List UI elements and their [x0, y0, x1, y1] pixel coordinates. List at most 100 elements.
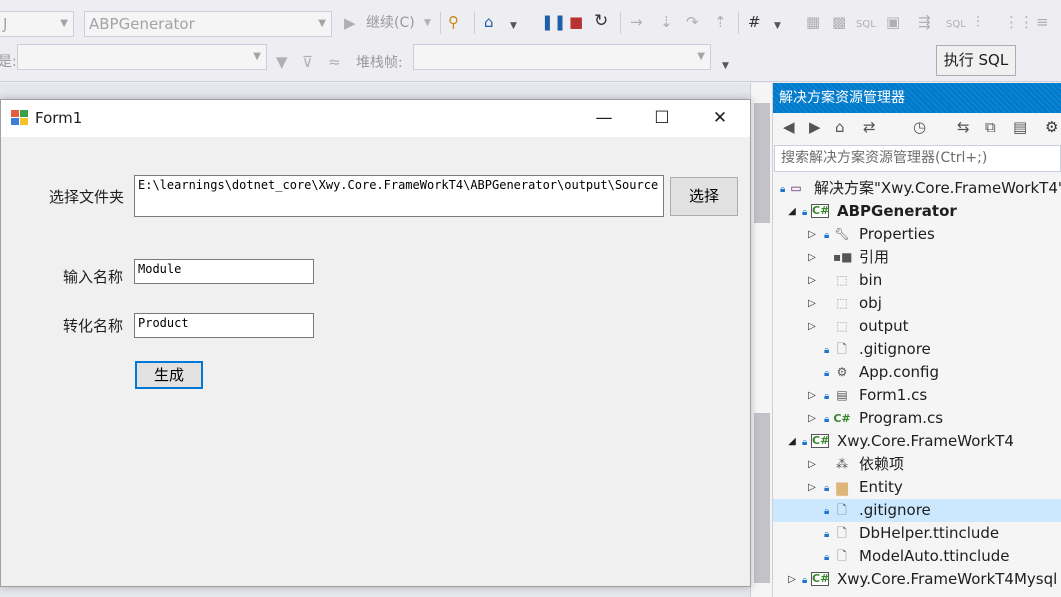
folder-icon: ▆	[836, 478, 848, 496]
sql-icon-2[interactable]: SQL	[946, 15, 966, 35]
tree-item-selected[interactable]: 🔒︎ 🗋︎ .gitignore	[773, 499, 1061, 522]
back-icon[interactable]: ◀	[783, 117, 795, 137]
tree-item[interactable]: 🔒︎ 🗋︎ .gitignore	[773, 338, 1061, 361]
collapsed-icon: ▷	[808, 229, 816, 240]
find-icon[interactable]: ⚲	[448, 12, 459, 32]
separator	[620, 12, 621, 34]
config-combo[interactable]: J ▼	[0, 11, 74, 37]
tree-item-project[interactable]: ◢ 🔒︎ C# Xwy.Core.FrameWorkT4	[773, 430, 1061, 453]
show-all-files-icon[interactable]: ▤	[1013, 117, 1027, 137]
switch-views-icon[interactable]: ⇄	[863, 117, 876, 137]
input-name-field[interactable]: Module	[134, 259, 314, 284]
window-title: Form1	[35, 109, 83, 127]
tree-item[interactable]: 🔒︎ 🗋︎ DbHelper.ttinclude	[773, 522, 1061, 545]
process-label: 是:	[0, 54, 17, 70]
scrollbar-thumb[interactable]	[754, 413, 770, 583]
close-button[interactable]: ✕	[691, 100, 749, 137]
file-icon: 🗋︎	[837, 526, 847, 540]
stop-icon[interactable]: ■	[569, 12, 583, 32]
minimize-button[interactable]: —	[575, 100, 633, 137]
tree-item[interactable]: ▷ ⬚ output	[773, 315, 1061, 338]
tree-item-project[interactable]: ▷ 🔒︎ C# Xwy.Core.FrameWorkT4Mysql	[773, 568, 1061, 591]
collapse-all-icon[interactable]: ⧉	[985, 117, 996, 137]
expanded-icon: ◢	[788, 206, 796, 217]
restart-icon[interactable]: ↻	[594, 11, 608, 31]
scrollbar-thumb[interactable]	[754, 103, 770, 223]
thread-icon[interactable]: ≈	[328, 52, 341, 72]
step-over-icon[interactable]: ↷	[686, 12, 699, 32]
tree-item[interactable]: ▷ 🔒︎ 🔧︎ Properties	[773, 223, 1061, 246]
folder-dotted-icon: ⬚	[836, 319, 848, 333]
tree-item[interactable]: ▷ 🔒︎ C# Program.cs	[773, 407, 1061, 430]
lock-icon: 🔒︎	[824, 414, 830, 425]
process-combo[interactable]: ▼	[17, 44, 267, 70]
startup-project-combo[interactable]: ABPGenerator ▼	[84, 11, 332, 37]
tree-item[interactable]: 🔒︎ 🗋︎ ModelAuto.ttinclude	[773, 545, 1061, 568]
chevron-down-icon[interactable]: ▼	[510, 16, 517, 36]
maximize-button[interactable]: ☐	[633, 100, 691, 137]
solution-explorer-search[interactable]: 搜索解决方案资源管理器(Ctrl+;)	[774, 145, 1061, 172]
continue-icon[interactable]: ▶	[344, 13, 356, 33]
tree-item[interactable]: ▷ 🔒︎ ▆ Entity	[773, 476, 1061, 499]
execute-sql-button[interactable]: 执行 SQL	[936, 45, 1016, 76]
lock-icon: 🔒︎	[824, 483, 830, 494]
tree-item[interactable]: ▷ ⬚ obj	[773, 292, 1061, 315]
convert-name-field[interactable]: Product	[134, 313, 314, 338]
sync-icon[interactable]: ⇆	[957, 117, 970, 137]
list-icon[interactable]: ≡	[1036, 12, 1049, 32]
chevron-down-icon: ▼	[697, 51, 705, 62]
forward-icon[interactable]: ▶	[809, 117, 821, 137]
lock-icon: 🔒︎	[824, 552, 830, 563]
home-icon[interactable]: ⌂	[835, 117, 845, 137]
select-folder-button[interactable]: 选择	[670, 177, 738, 216]
solution-explorer-title[interactable]: 解决方案资源管理器	[773, 83, 1061, 113]
lock-icon: 🔒︎	[802, 207, 808, 218]
tree-item[interactable]: ▷ ⬚ bin	[773, 269, 1061, 292]
references-icon: ▪■	[833, 250, 853, 264]
history-icon[interactable]: ◷	[913, 117, 926, 137]
step-out-icon[interactable]: ⇡	[714, 12, 727, 32]
chevron-down-icon[interactable]: ▼	[722, 56, 729, 76]
tree-item[interactable]: 🔒︎ ⚙ App.config	[773, 361, 1061, 384]
stack-frame-combo[interactable]: ▼	[413, 44, 711, 70]
tree-item[interactable]: ▷ 🔒︎ ▤ Form1.cs	[773, 384, 1061, 407]
folder-label: 选择文件夹	[49, 188, 125, 206]
folder-path-input[interactable]: E:\learnings\dotnet_core\Xwy.Core.FrameW…	[134, 175, 664, 217]
properties-icon[interactable]: ⚙	[1045, 117, 1058, 137]
chevron-down-icon[interactable]: ▼	[424, 13, 431, 33]
tree-item[interactable]: ▷ ▪■ 引用	[773, 246, 1061, 269]
step-next-icon[interactable]: →	[630, 12, 643, 32]
columns-icon[interactable]: ⫶	[976, 12, 980, 32]
sql-icon[interactable]: SQL	[856, 15, 876, 35]
table-icon[interactable]: ▦	[806, 12, 820, 32]
lock-icon: 🔒︎	[802, 575, 808, 586]
filter-clear-icon[interactable]: ⊽	[302, 52, 313, 72]
pause-icon[interactable]: ❚❚	[541, 12, 566, 32]
file-icon: 🗋︎	[837, 549, 847, 563]
form-icon: ▤	[836, 388, 848, 402]
tree-item[interactable]: ▷ ⁂ 依赖项	[773, 453, 1061, 476]
grid-icon[interactable]: ▩	[832, 12, 846, 32]
continue-label[interactable]: 继续(C)	[366, 13, 415, 33]
collapsed-icon: ▷	[808, 482, 816, 493]
separator	[440, 12, 441, 34]
tree-item-project[interactable]: ◢ 🔒︎ C# ABPGenerator	[773, 200, 1061, 223]
collapsed-icon: ▷	[808, 298, 816, 309]
collapsed-icon: ▷	[808, 390, 816, 401]
collapsed-icon: ▷	[808, 459, 816, 470]
align-icon[interactable]: ⋮⋮	[1004, 12, 1034, 32]
form1-titlebar[interactable]: Form1 — ☐ ✕	[1, 100, 750, 137]
step-into-icon[interactable]: ⇣	[660, 12, 673, 32]
window-icon[interactable]: ▣	[886, 12, 900, 32]
filter-icon[interactable]: ▼	[276, 52, 288, 72]
collapsed-icon: ▷	[808, 321, 816, 332]
lock-icon: 🔒︎	[802, 437, 808, 448]
tree-item-solution[interactable]: 🔒︎ ▭ 解决方案"Xwy.Core.FrameWorkT4"	[773, 177, 1061, 200]
minimize-icon: —	[595, 108, 613, 128]
hex-icon[interactable]: #	[748, 12, 761, 32]
chevron-down-icon[interactable]: ▼	[774, 16, 781, 36]
csharp-file-icon: C#	[833, 412, 851, 425]
home-icon[interactable]: ⌂	[484, 12, 494, 32]
generate-button[interactable]: 生成	[135, 361, 203, 389]
query-icon[interactable]: ⇶	[918, 12, 931, 32]
